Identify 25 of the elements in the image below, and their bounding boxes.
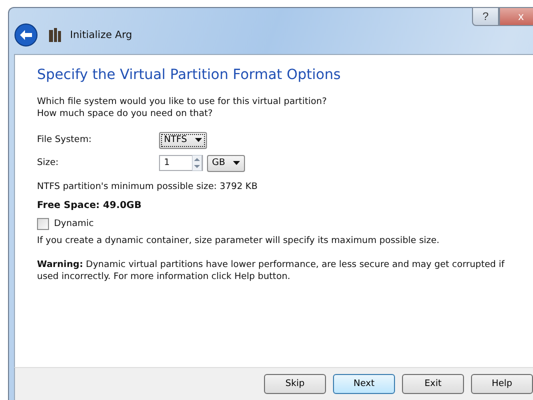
caret-icon[interactable] [233, 161, 240, 165]
intro-text: How much space do you need on that? [37, 108, 214, 120]
file-system-dropdown[interactable]: NTFS [159, 132, 207, 148]
dynamic-checkbox[interactable] [37, 218, 49, 230]
window-title: Initialize Arg [70, 30, 132, 40]
dialog-button[interactable]: Help [471, 374, 533, 394]
dynamic-note: If you create a dynamic container, size parameter will specify its maximum possible size. [37, 235, 440, 247]
dynamic-label: Dynamic [54, 219, 94, 229]
file-system-label: File System: [37, 135, 93, 145]
size-label: Size: [37, 158, 60, 168]
dialog-button[interactable]: Exit [402, 374, 464, 394]
help-button[interactable]: ? [472, 7, 499, 26]
min-size-text: NTFS partition's minimum possible size: 3792 KB [37, 181, 258, 193]
books-icon [48, 27, 62, 43]
unit-dropdown[interactable]: GB [207, 154, 246, 172]
intro-text: Which file system would you like to use for this virtual partition? [37, 96, 327, 108]
free-space-text: Free Space: 49.0GB [37, 200, 142, 212]
caret-icon[interactable] [194, 138, 202, 142]
spinner-arrows-icon[interactable] [192, 155, 202, 171]
back-icon[interactable] [14, 23, 38, 47]
dialog-button[interactable]: Next [333, 374, 395, 394]
size-field[interactable]: 1 [159, 155, 203, 171]
page-heading: Specify the Virtual Partition Format Options [37, 67, 341, 83]
warning-text: Warning: Dynamic virtual partitions have lower performance, are less secure and may get corrupted if used incorrectly. For more information click Help button. [37, 259, 506, 283]
dialog-button[interactable]: Skip [264, 374, 326, 394]
